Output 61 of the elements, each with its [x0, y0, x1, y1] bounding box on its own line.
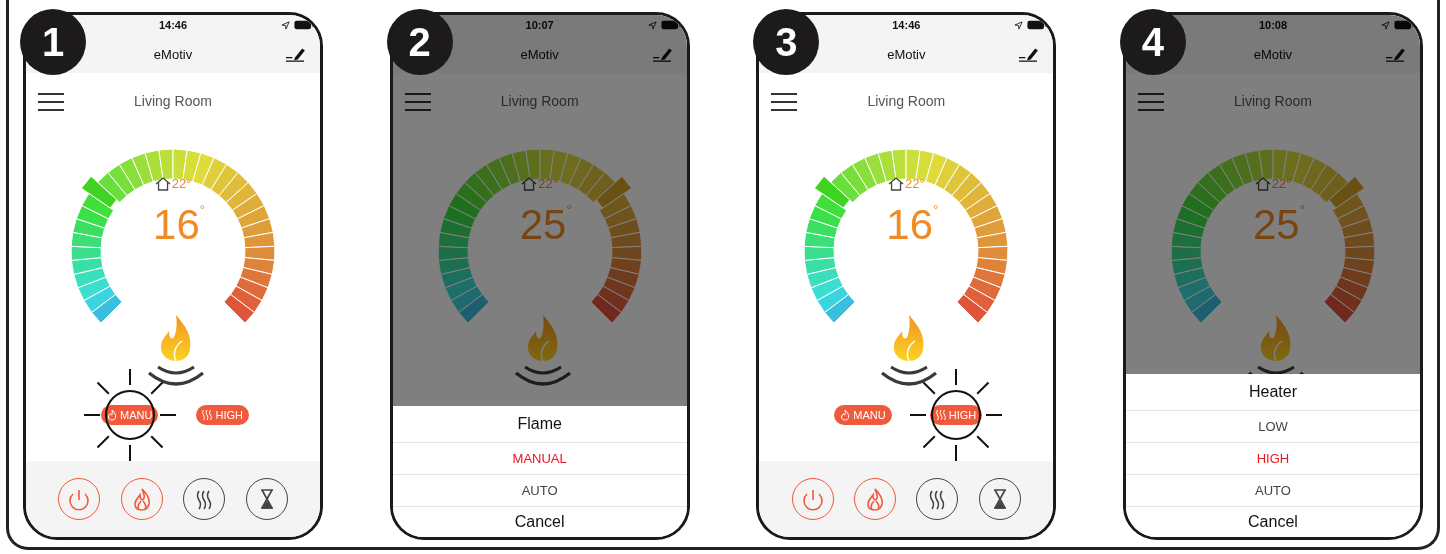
- status-time: 14:46: [158, 19, 188, 31]
- gauge-marker[interactable]: [595, 175, 632, 209]
- house-icon: [521, 177, 538, 191]
- degree-sign: °: [1299, 203, 1305, 217]
- degree-sign: °: [933, 203, 939, 217]
- house-icon: [888, 177, 904, 191]
- gauge-marker[interactable]: [1328, 175, 1366, 209]
- current-temperature: 25: [1253, 203, 1300, 247]
- flame-icon: [839, 409, 852, 421]
- heat-waves-icon: [934, 409, 947, 421]
- app-title: eMotiv: [1253, 46, 1293, 62]
- setpoint-temperature: 22°: [905, 177, 925, 191]
- fireplace-icon: [145, 313, 207, 389]
- mode-badge[interactable]: MANU: [834, 405, 892, 425]
- degree-sign: °: [199, 203, 205, 217]
- step-number: 3: [753, 9, 820, 75]
- step-number: 2: [386, 9, 453, 75]
- gauge-marker[interactable]: [814, 175, 851, 209]
- flame-icon: [106, 409, 119, 421]
- setpoint-temperature: 22°: [171, 177, 192, 191]
- current-temperature: 16: [886, 203, 934, 247]
- battery-icon: [294, 20, 314, 30]
- setpoint-temperature: 22°: [538, 177, 558, 191]
- location-icon: [281, 21, 290, 30]
- current-temperature: 16: [153, 203, 200, 247]
- current-temperature: 25: [519, 203, 567, 247]
- status-time: 10:08: [1258, 19, 1288, 31]
- power-icon: [69, 487, 90, 511]
- location-icon: [1014, 21, 1024, 30]
- flame-icon: [865, 487, 886, 511]
- status-time: 14:46: [892, 19, 921, 31]
- battery-icon: [660, 20, 681, 30]
- app-title: eMotiv: [520, 46, 559, 62]
- app-title: eMotiv: [153, 46, 193, 62]
- menu-icon[interactable]: [771, 92, 798, 112]
- mode-badge[interactable]: HIGH: [196, 405, 249, 425]
- room-name: Living Room: [1234, 93, 1312, 109]
- gauge-marker[interactable]: [80, 175, 118, 209]
- status-time: 10:07: [525, 19, 554, 31]
- cancel-button[interactable]: Cancel: [1125, 507, 1420, 537]
- step-number: 4: [1119, 9, 1186, 75]
- hourglass-icon: [992, 489, 1007, 509]
- heat-waves-icon: [201, 409, 214, 421]
- room-name: Living Room: [134, 93, 212, 109]
- flame-icon: [131, 487, 152, 511]
- location-icon: [647, 21, 657, 30]
- house-icon: [1254, 177, 1271, 191]
- step-number: 1: [20, 9, 86, 75]
- mode-badge[interactable]: MANU: [101, 405, 159, 425]
- menu-icon[interactable]: [38, 92, 64, 112]
- setpoint-temperature: 22°: [1271, 177, 1292, 191]
- power-icon: [802, 487, 823, 511]
- app-title: eMotiv: [887, 46, 926, 62]
- house-icon: [154, 177, 171, 191]
- room-name: Living Room: [867, 93, 946, 109]
- hourglass-icon: [259, 489, 274, 509]
- room-name: Living Room: [500, 93, 579, 109]
- battery-icon: [1393, 20, 1414, 30]
- location-icon: [1380, 21, 1390, 30]
- degree-sign: °: [566, 203, 572, 217]
- cancel-button[interactable]: Cancel: [392, 507, 687, 537]
